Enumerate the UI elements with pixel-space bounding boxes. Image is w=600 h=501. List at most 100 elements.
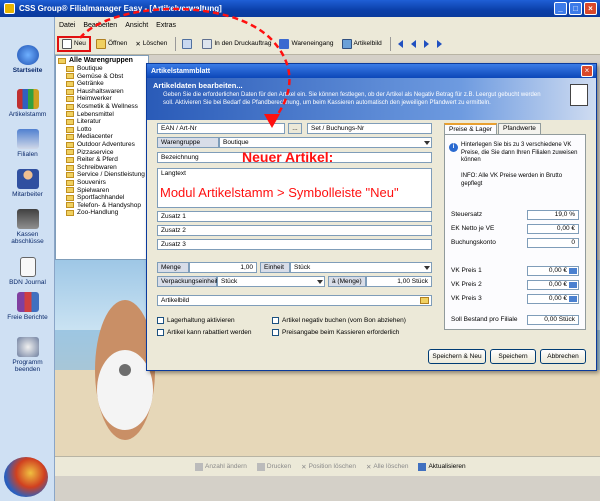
tree-item[interactable]: Zoo-Handlung — [56, 209, 148, 217]
exit-icon — [16, 337, 39, 357]
ean-input[interactable]: EAN / Art-Nr — [157, 123, 285, 134]
new-button[interactable]: Neu — [57, 35, 91, 52]
dialog-title: Artikelstammblatt — [151, 67, 211, 75]
print-button[interactable]: Drucken — [256, 462, 291, 471]
tree-root[interactable]: Alle Warengruppen — [56, 56, 148, 65]
dialog-titlebar: Artikelstammblatt — [147, 64, 596, 78]
sidebar-item-programm-beenden[interactable]: Programm beenden — [0, 337, 55, 373]
sidebar-item-bdn-journal[interactable]: BDN Journal — [0, 257, 55, 286]
last-record-icon[interactable] — [436, 39, 442, 48]
print-order-button[interactable]: In den Druckauftrag — [199, 36, 274, 52]
tree-item[interactable]: Souvenirs — [56, 179, 148, 187]
tree-item[interactable]: Spielwaren — [56, 187, 148, 195]
tree-item[interactable]: Lebensmittel — [56, 111, 148, 119]
folder-icon — [58, 57, 66, 64]
remove-x-icon: ✕ — [301, 463, 307, 471]
qty-change-button[interactable]: Anzahl ändern — [195, 462, 247, 471]
tax-input[interactable]: 19,0 % — [527, 210, 579, 220]
tab-prices[interactable]: Preise & Lager — [444, 123, 497, 134]
sidebar-item-filialen[interactable]: Filialen — [0, 129, 55, 158]
close-icon[interactable]: × — [584, 2, 597, 15]
stock-input[interactable]: 0,00 Stück — [527, 315, 579, 325]
menu-extras[interactable]: Extras — [156, 22, 176, 29]
folder-icon[interactable] — [420, 297, 429, 304]
tree-item[interactable]: Reiter & Pferd — [56, 156, 148, 164]
tree-item[interactable]: Gemüse & Obst — [56, 73, 148, 81]
remove-position-button[interactable]: ✕ Position löschen — [301, 463, 356, 471]
article-image-button[interactable]: Artikelbild — [339, 36, 385, 52]
account-input[interactable]: 0 — [527, 238, 579, 248]
extra2-input[interactable]: Zusatz 2 — [157, 225, 432, 236]
extra3-input[interactable]: Zusatz 3 — [157, 239, 432, 250]
save-button[interactable]: Speichern — [490, 349, 536, 364]
sidebar-item-freie-berichte[interactable]: Freie Berichte — [0, 292, 55, 321]
delete-all-button[interactable]: ✕ Alle löschen — [366, 463, 409, 471]
ek-input[interactable]: 0,00 € — [527, 224, 579, 234]
amount-label: à (Menge) — [328, 276, 366, 287]
image-icon — [341, 38, 352, 49]
minimize-icon[interactable]: _ — [554, 2, 567, 15]
tree-item[interactable]: Kosmetik & Wellness — [56, 103, 148, 111]
negative-checkbox[interactable]: Artikel negativ buchen (vom Bon abziehen… — [272, 317, 406, 324]
vk1-input[interactable]: 0,00 € — [527, 266, 579, 276]
tree-item[interactable]: Telefon- & Handyshop — [56, 202, 148, 210]
tab-deposit[interactable]: Pfandwerte — [498, 123, 541, 134]
stock-label: Soll Bestand pro Filiale — [451, 316, 518, 323]
qty-input[interactable]: 1,00 — [189, 262, 257, 273]
tree-item[interactable]: Sportfachhandel — [56, 194, 148, 202]
dialog-header-text: Geben Sie die erforderlichen Daten für d… — [163, 92, 541, 106]
tree-item[interactable]: Literatur — [56, 118, 148, 126]
menu-datei[interactable]: Datei — [59, 22, 75, 29]
tree-item[interactable]: Getränke — [56, 80, 148, 88]
sidebar-item-mitarbeiter[interactable]: Mitarbeiter — [0, 169, 55, 198]
open-button[interactable]: Öffnen — [93, 36, 130, 52]
article-image-input[interactable]: Artikelbild — [157, 295, 432, 306]
vk2-input[interactable]: 0,00 € — [527, 280, 579, 290]
tree-item[interactable]: Mediacenter — [56, 133, 148, 141]
folder-icon — [66, 149, 74, 156]
branch-icon — [16, 129, 39, 149]
tree-item[interactable]: Heimwerker — [56, 95, 148, 103]
tree-item[interactable]: Lotto — [56, 126, 148, 134]
tree-item[interactable]: Schreibwaren — [56, 164, 148, 172]
tree-item[interactable]: Service / Dienstleistung — [56, 171, 148, 179]
sidebar-item-startseite[interactable]: Startseite — [0, 45, 55, 74]
next-record-icon[interactable] — [423, 39, 429, 48]
menu-bearbeiten[interactable]: Bearbeiten — [83, 22, 117, 29]
tax-label: Steuersatz — [451, 211, 483, 218]
tree-item[interactable]: Outdoor Adventures — [56, 141, 148, 149]
ean-lookup-button[interactable]: ... — [288, 123, 302, 134]
folder-icon — [66, 172, 74, 179]
save-new-button[interactable]: Speichern & Neu — [428, 349, 486, 364]
group-select[interactable]: Boutique — [219, 137, 432, 148]
unit-select[interactable]: Stück — [290, 262, 432, 273]
folder-icon — [66, 80, 74, 87]
tree-item[interactable]: Haushaltswaren — [56, 88, 148, 96]
sidebar-item-kassenabschluesse[interactable]: Kassen abschlüsse — [0, 209, 55, 245]
dialog-close-icon[interactable]: × — [581, 65, 593, 77]
tree-item[interactable]: Pizzaservice — [56, 149, 148, 157]
discount-checkbox[interactable]: Artikel kann rabattiert werden — [157, 329, 252, 336]
copy-button[interactable] — [179, 36, 197, 52]
price-required-checkbox[interactable]: Preisangabe beim Kassieren erforderlich — [272, 329, 399, 336]
folder-icon — [66, 164, 74, 171]
sidebar-item-artikelstamm[interactable]: Artikelstamm — [0, 89, 55, 118]
delete-button[interactable]: ✕ Löschen — [132, 36, 170, 52]
cancel-button[interactable]: Abbrechen — [540, 349, 586, 364]
goods-in-button[interactable]: Wareneingang — [276, 36, 336, 52]
pack-select[interactable]: Stück — [217, 276, 325, 287]
vk3-input[interactable]: 0,00 € — [527, 294, 579, 304]
refresh-button[interactable]: Aktualisieren — [418, 462, 466, 471]
chevron-down-icon — [424, 266, 430, 270]
stock-checkbox[interactable]: Lagerhaltung aktivieren — [157, 317, 235, 324]
first-record-icon[interactable] — [397, 39, 403, 48]
menu-ansicht[interactable]: Ansicht — [125, 22, 148, 29]
ek-label: EK Netto je VE — [451, 225, 495, 232]
tree-item[interactable]: Boutique — [56, 65, 148, 73]
maximize-icon[interactable]: □ — [569, 2, 582, 15]
extra1-input[interactable]: Zusatz 1 — [157, 211, 432, 222]
folder-icon — [66, 118, 74, 125]
prev-record-icon[interactable] — [410, 39, 416, 48]
set-number-input[interactable]: Set / Buchungs-Nr — [307, 123, 432, 134]
amount-input[interactable]: 1,00 Stück — [366, 276, 432, 287]
